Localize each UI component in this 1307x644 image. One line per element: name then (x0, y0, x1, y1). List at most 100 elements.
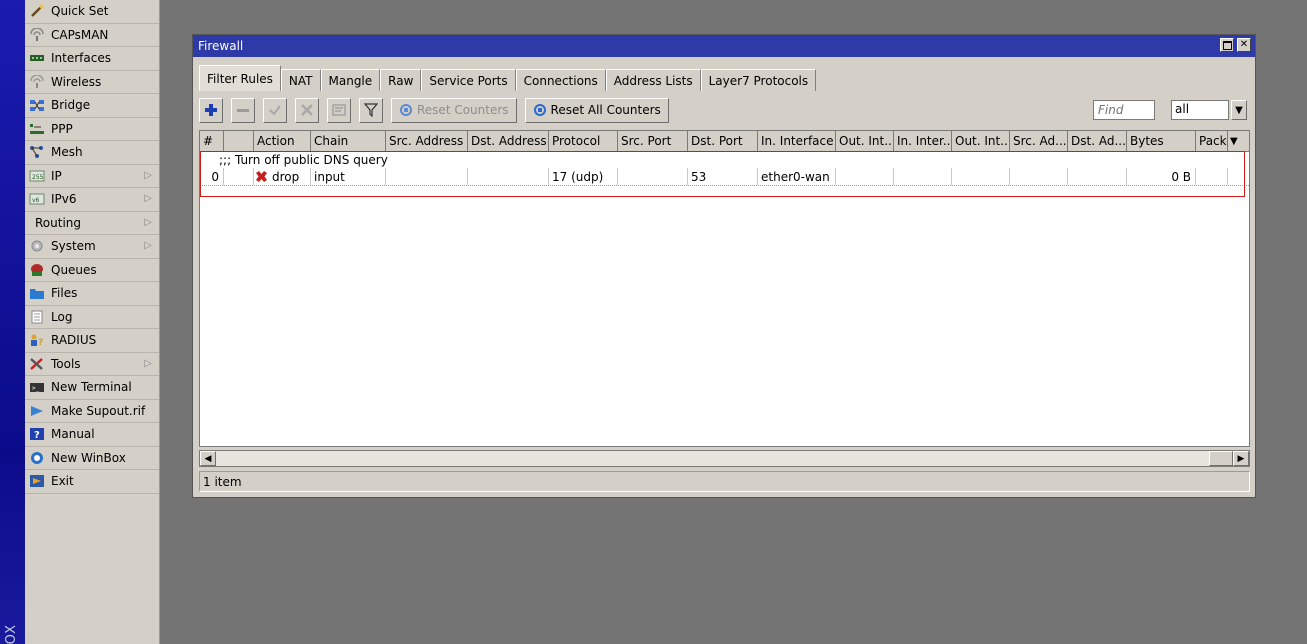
rule-comment[interactable]: ;;; Turn off public DNS query (200, 152, 1249, 168)
sidebar-item-log[interactable]: Log (25, 306, 159, 329)
col-header-dst-address-list[interactable]: Dst. Ad... (1068, 131, 1127, 151)
cell-dst-address (468, 168, 549, 185)
sidebar-item-label: Routing (35, 215, 82, 230)
remove-button[interactable] (231, 97, 255, 123)
col-header-in-interface[interactable]: In. Interface (758, 131, 836, 151)
funnel-icon (364, 103, 378, 117)
col-header-dst-port[interactable]: Dst. Port (688, 131, 758, 151)
maximize-button[interactable] (1220, 38, 1234, 52)
arrow-left-icon: ◀ (204, 453, 212, 464)
col-header-out-interface[interactable]: Out. Int... (836, 131, 894, 151)
ipv6-icon: v6 (29, 192, 45, 206)
tab-filter-rules[interactable]: Filter Rules (199, 65, 281, 91)
sidebar-item-tools[interactable]: Tools ▷ (25, 353, 159, 376)
table-row[interactable]: 0 drop input 17 (udp) 53 ether0-wan 0 B (200, 168, 1249, 186)
col-header-packets[interactable]: Packe (1196, 131, 1228, 151)
tab-raw[interactable]: Raw (380, 69, 422, 91)
horizontal-scrollbar[interactable]: ◀ ▶ (199, 450, 1250, 467)
tab-bar: Filter Rules NAT Mangle Raw Service Port… (199, 65, 817, 91)
tab-connections[interactable]: Connections (515, 69, 606, 91)
comment-button[interactable] (327, 97, 351, 123)
wand-icon (29, 4, 45, 18)
sidebar-item-interfaces[interactable]: Interfaces (25, 47, 159, 71)
reset-counters-button[interactable]: Reset Counters (391, 97, 517, 123)
sidebar-item-label: System (51, 239, 96, 254)
column-chooser-button[interactable]: ▼ (1228, 131, 1249, 151)
tab-nat[interactable]: NAT (280, 69, 321, 91)
sidebar-item-manual[interactable]: ? Manual (25, 423, 159, 447)
filter-button[interactable] (359, 97, 383, 123)
svg-text:?: ? (38, 338, 43, 347)
col-header-bytes[interactable]: Bytes (1127, 131, 1196, 151)
sidebar-item-label: Manual (51, 427, 95, 442)
ip-icon: 255 (29, 169, 45, 183)
add-button[interactable] (199, 97, 223, 123)
submenu-arrow-icon: ▷ (144, 216, 152, 228)
minus-icon (237, 109, 249, 112)
col-header-chain[interactable]: Chain (311, 131, 386, 151)
sidebar-item-new-winbox[interactable]: New WinBox (25, 447, 159, 470)
col-header-protocol[interactable]: Protocol (549, 131, 618, 151)
disable-button[interactable] (295, 97, 319, 123)
supout-icon (29, 404, 45, 418)
sidebar-item-quick-set[interactable]: Quick Set (25, 0, 159, 24)
folder-icon (29, 286, 45, 300)
brand-strip: OX (0, 0, 25, 644)
scroll-right-button[interactable]: ▶ (1233, 451, 1249, 466)
sidebar-item-system[interactable]: System ▷ (25, 235, 159, 259)
sidebar-item-exit[interactable]: Exit (25, 470, 159, 494)
submenu-arrow-icon: ▷ (144, 357, 152, 369)
sidebar-item-label: Quick Set (51, 4, 109, 19)
tab-layer7-protocols[interactable]: Layer7 Protocols (700, 69, 817, 91)
scroll-left-button[interactable]: ◀ (200, 451, 216, 466)
window-titlebar[interactable]: Firewall ✕ (193, 35, 1255, 57)
sidebar-item-capsman[interactable]: CAPsMAN (25, 24, 159, 47)
tab-service-ports[interactable]: Service Ports (421, 69, 516, 91)
sidebar-item-ppp[interactable]: PPP (25, 118, 159, 141)
find-input[interactable] (1093, 100, 1155, 120)
scroll-thumb[interactable] (1209, 451, 1233, 466)
filter-dropdown-button[interactable]: ▼ (1231, 100, 1247, 120)
sidebar-item-label: PPP (51, 121, 73, 136)
sidebar-item-ipv6[interactable]: v6 IPv6 ▷ (25, 188, 159, 212)
sidebar-item-radius[interactable]: ? RADIUS (25, 329, 159, 353)
sidebar-item-make-supout[interactable]: Make Supout.rif (25, 400, 159, 423)
cell-dst-address-list (1068, 168, 1127, 185)
sidebar-item-bridge[interactable]: Bridge (25, 94, 159, 118)
sidebar-item-mesh[interactable]: Mesh (25, 141, 159, 165)
sidebar-item-label: CAPsMAN (51, 27, 109, 42)
filter-select[interactable]: all (1171, 100, 1229, 120)
sidebar-item-routing[interactable]: Routing ▷ (25, 212, 159, 235)
col-header-flags[interactable] (224, 131, 254, 151)
sidebar-item-queues[interactable]: Queues (25, 259, 159, 282)
submenu-arrow-icon: ▷ (144, 193, 152, 204)
exit-icon (29, 474, 45, 488)
col-header-dst-address[interactable]: Dst. Address (468, 131, 549, 151)
tab-mangle[interactable]: Mangle (320, 69, 381, 91)
scroll-track[interactable] (216, 451, 1209, 466)
sidebar-item-label: IPv6 (51, 192, 77, 207)
dropdown-arrow-icon: ▼ (1230, 135, 1238, 147)
sidebar-item-ip[interactable]: 255 IP ▷ (25, 165, 159, 188)
cell-out-interface-list (952, 168, 1010, 185)
col-header-src-address[interactable]: Src. Address (386, 131, 468, 151)
rules-table: # Action Chain Src. Address Dst. Address… (199, 130, 1250, 447)
sidebar-item-files[interactable]: Files (25, 282, 159, 306)
col-header-src-port[interactable]: Src. Port (618, 131, 688, 151)
col-header-action[interactable]: Action (254, 131, 311, 151)
close-icon: ✕ (1239, 39, 1249, 50)
cell-flags (224, 168, 254, 185)
col-header-in-interface-list[interactable]: In. Inter... (894, 131, 952, 151)
sidebar-menu: Quick Set CAPsMAN Interfaces Wireless Br… (25, 0, 160, 644)
reset-all-counters-label: Reset All Counters (550, 103, 661, 117)
sidebar-item-label: Queues (51, 262, 97, 277)
col-header-src-address-list[interactable]: Src. Ad... (1010, 131, 1068, 151)
sidebar-item-wireless[interactable]: Wireless (25, 71, 159, 94)
close-button[interactable]: ✕ (1237, 38, 1251, 52)
col-header-number[interactable]: # (200, 131, 224, 151)
tab-address-lists[interactable]: Address Lists (605, 69, 701, 91)
col-header-out-interface-list[interactable]: Out. Int... (952, 131, 1010, 151)
sidebar-item-new-terminal[interactable]: >_ New Terminal (25, 376, 159, 400)
reset-all-counters-button[interactable]: Reset All Counters (524, 97, 669, 123)
enable-button[interactable] (263, 97, 287, 123)
